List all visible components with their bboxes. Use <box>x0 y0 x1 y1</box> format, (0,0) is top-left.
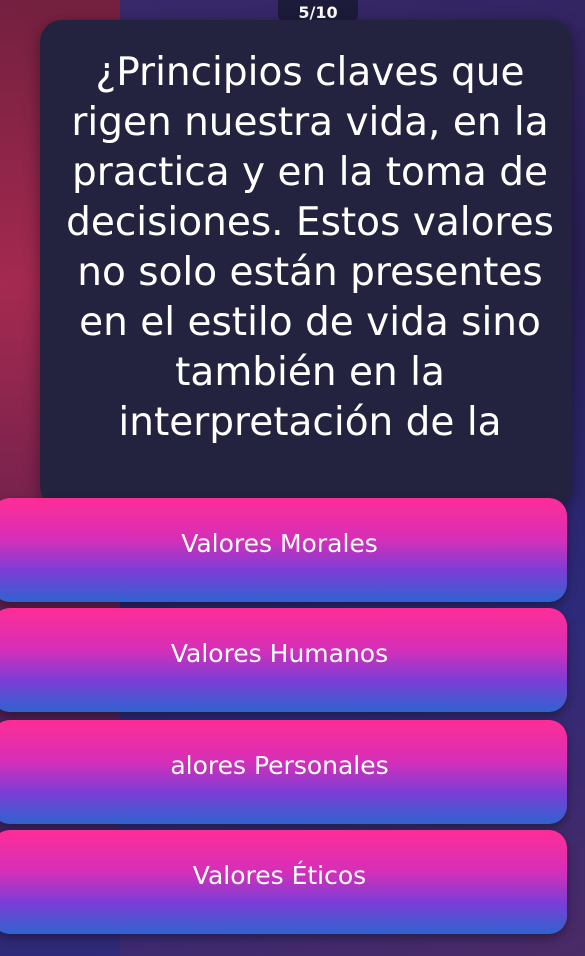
question-card: ¿Principios claves que rigen nuestra vid… <box>40 20 572 508</box>
answer-option-label: Valores Morales <box>181 528 378 558</box>
answer-option-label: alores Personales <box>170 750 389 780</box>
answer-option-3[interactable]: alores Personales <box>0 720 567 824</box>
answer-option-label: Valores Humanos <box>170 638 389 668</box>
answer-option-4[interactable]: Valores Éticos <box>0 830 567 934</box>
question-text: ¿Principios claves que rigen nuestra vid… <box>66 50 554 445</box>
answer-option-label: Valores Éticos <box>192 860 367 890</box>
answer-option-2[interactable]: Valores Humanos <box>0 608 567 712</box>
answer-option-1[interactable]: Valores Morales <box>0 498 567 602</box>
